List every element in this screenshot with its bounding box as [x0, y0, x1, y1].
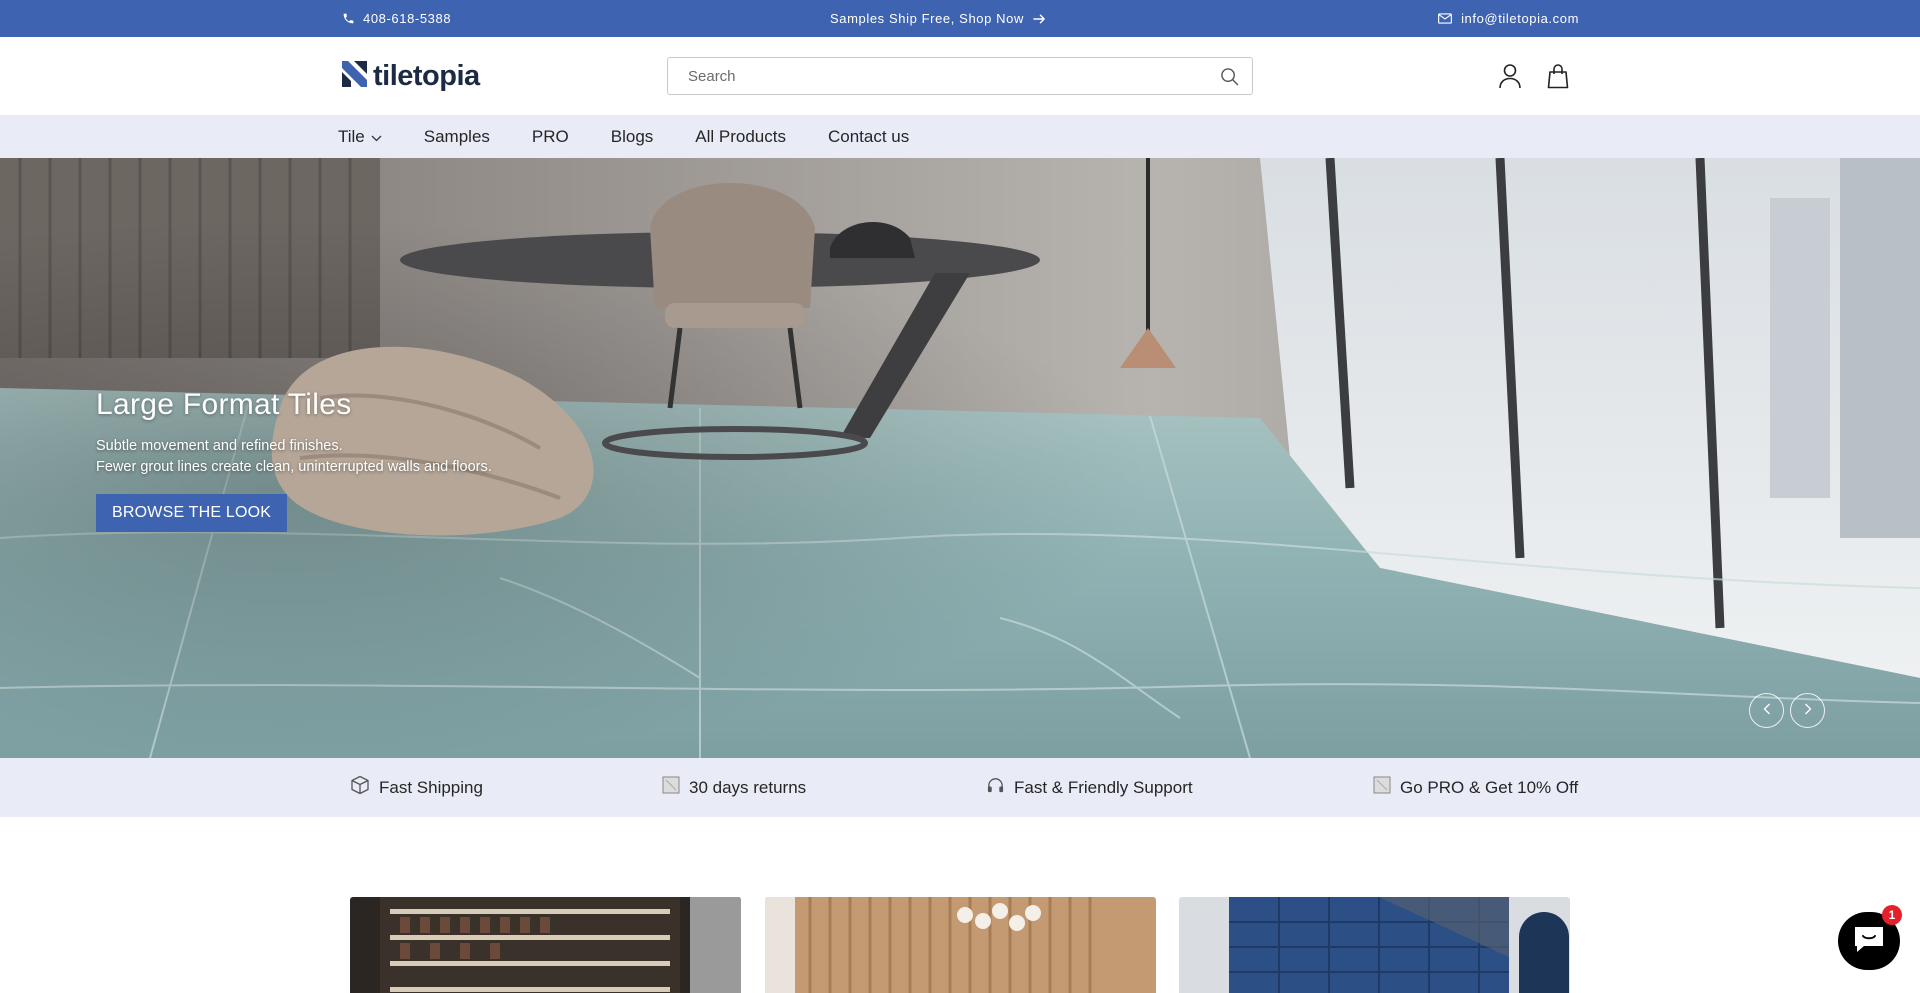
search-icon[interactable]	[1218, 65, 1240, 87]
phone-link[interactable]: 408-618-5388	[342, 0, 451, 37]
feature-label: Fast Shipping	[379, 777, 483, 797]
cart-icon[interactable]	[1542, 60, 1574, 92]
feature-label: 30 days returns	[689, 777, 807, 797]
chevron-left-icon	[1763, 702, 1771, 720]
main-nav: Tile Samples PRO Blogs All Products Cont…	[0, 115, 1920, 158]
nav-item-label: Blogs	[610, 126, 654, 146]
category-card[interactable]	[1179, 897, 1570, 993]
announcement-bar: 408-618-5388 Samples Ship Free, Shop Now…	[0, 0, 1920, 37]
logo-mark-icon	[342, 61, 367, 92]
pro-icon	[1373, 776, 1391, 799]
promo-text: Samples Ship Free, Shop Now	[830, 11, 1024, 26]
search-input[interactable]	[688, 67, 1218, 85]
email-address: info@tiletopia.com	[1461, 11, 1579, 26]
nav-item-label: Contact us	[827, 126, 910, 146]
category-image	[765, 897, 1156, 993]
nav-item-label: Samples	[423, 126, 490, 146]
email-link[interactable]: info@tiletopia.com	[1438, 0, 1579, 37]
hero-title: Large Format Tiles	[96, 388, 352, 421]
nav-item-contact[interactable]: Contact us	[828, 127, 909, 147]
nav-item-all-products[interactable]: All Products	[695, 127, 786, 147]
hero-subtitle: Subtle movement and refined finishes. Fe…	[96, 436, 492, 478]
nav-item-label: All Products	[695, 126, 786, 146]
headset-icon	[986, 776, 1005, 800]
slide-prev-button[interactable]	[1749, 693, 1784, 728]
feature-support: Fast & Friendly Support	[986, 758, 1193, 817]
nav-item-label: PRO	[531, 126, 569, 146]
mail-icon	[1438, 13, 1452, 24]
feature-label: Fast & Friendly Support	[1014, 777, 1193, 797]
hero-content: Large Format Tiles Subtle movement and r…	[96, 388, 492, 532]
chat-bubble-icon	[1852, 924, 1886, 959]
search-bar	[667, 57, 1253, 95]
feature-returns: 30 days returns	[662, 758, 806, 817]
hero-subtitle-line-1: Subtle movement and refined finishes.	[96, 438, 343, 454]
phone-icon	[342, 12, 355, 25]
slide-next-button[interactable]	[1790, 693, 1825, 728]
box-icon	[350, 775, 370, 800]
category-card[interactable]	[350, 897, 741, 993]
feature-label: Go PRO & Get 10% Off	[1400, 777, 1579, 797]
features-bar: Fast Shipping 30 days returns Fast & Fri…	[0, 758, 1920, 817]
category-card[interactable]	[765, 897, 1156, 993]
chat-unread-badge: 1	[1882, 905, 1902, 925]
logo[interactable]: tiletopia	[342, 60, 480, 93]
nav-item-label: Tile	[338, 126, 365, 146]
category-image	[350, 897, 741, 993]
hero-slideshow: Large Format Tiles Subtle movement and r…	[0, 158, 1920, 758]
promo-link[interactable]: Samples Ship Free, Shop Now	[830, 0, 1046, 37]
account-icon[interactable]	[1494, 60, 1526, 92]
phone-number: 408-618-5388	[363, 11, 452, 26]
category-image	[1179, 897, 1570, 993]
feature-fast-shipping: Fast Shipping	[350, 758, 483, 817]
nav-item-blogs[interactable]: Blogs	[611, 127, 654, 147]
returns-icon	[662, 776, 680, 799]
site-header: tiletopia	[0, 37, 1920, 115]
feature-go-pro[interactable]: Go PRO & Get 10% Off	[1373, 758, 1578, 817]
chevron-right-icon	[1804, 702, 1812, 720]
nav-item-samples[interactable]: Samples	[424, 127, 490, 147]
nav-item-pro[interactable]: PRO	[532, 127, 569, 147]
chevron-down-icon	[371, 127, 382, 147]
hero-subtitle-line-2: Fewer grout lines create clean, uninterr…	[96, 459, 492, 475]
arrow-right-icon	[1033, 13, 1046, 25]
nav-item-tile[interactable]: Tile	[338, 127, 382, 147]
browse-the-look-button[interactable]: BROWSE THE LOOK	[96, 494, 288, 532]
logo-text: tiletopia	[373, 60, 480, 92]
